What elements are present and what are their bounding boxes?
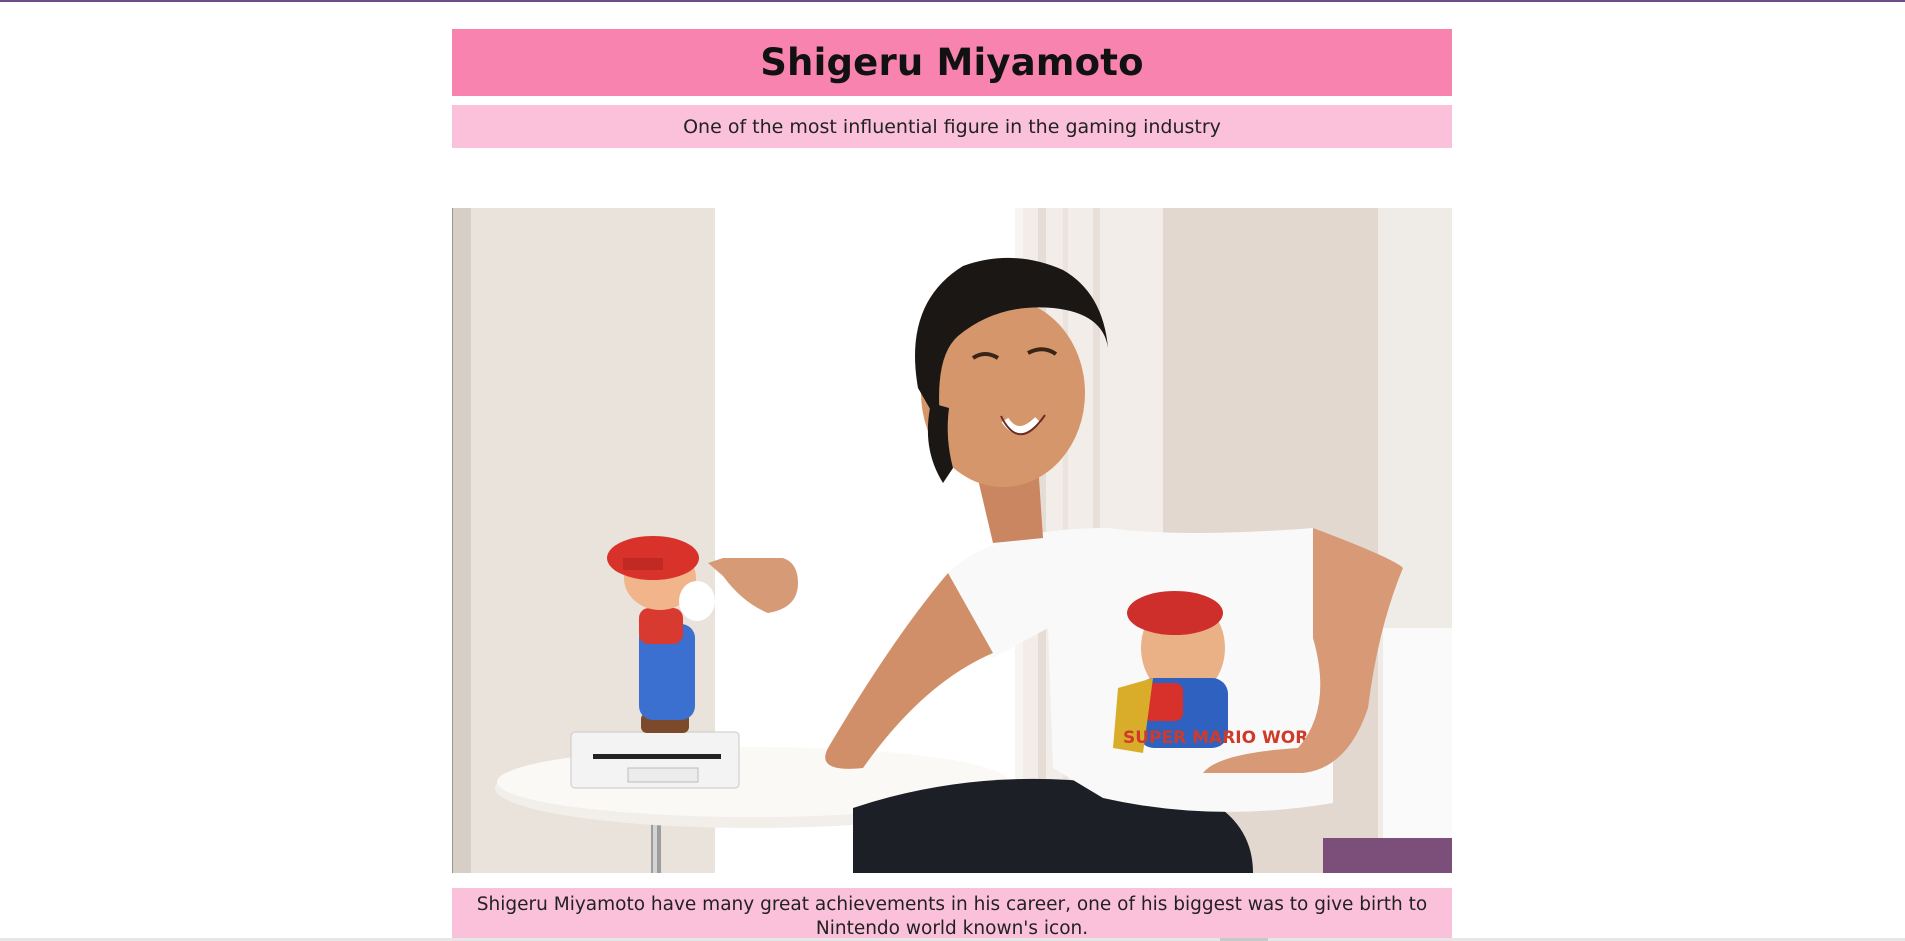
title-banner: Shigeru Miyamoto xyxy=(452,29,1452,96)
caption-banner: Shigeru Miyamoto have many great achieve… xyxy=(452,888,1452,941)
page-container: Shigeru Miyamoto One of the most influen… xyxy=(452,29,1452,941)
page-subtitle: One of the most influential figure in th… xyxy=(683,115,1221,138)
image-caption: Shigeru Miyamoto have many great achieve… xyxy=(476,894,1428,939)
page-title: Shigeru Miyamoto xyxy=(760,41,1144,84)
subtitle-banner: One of the most influential figure in th… xyxy=(452,105,1452,148)
hero-illustration: SUPER MARIO WORLD xyxy=(453,208,1452,873)
hero-image: SUPER MARIO WORLD xyxy=(452,208,1452,873)
